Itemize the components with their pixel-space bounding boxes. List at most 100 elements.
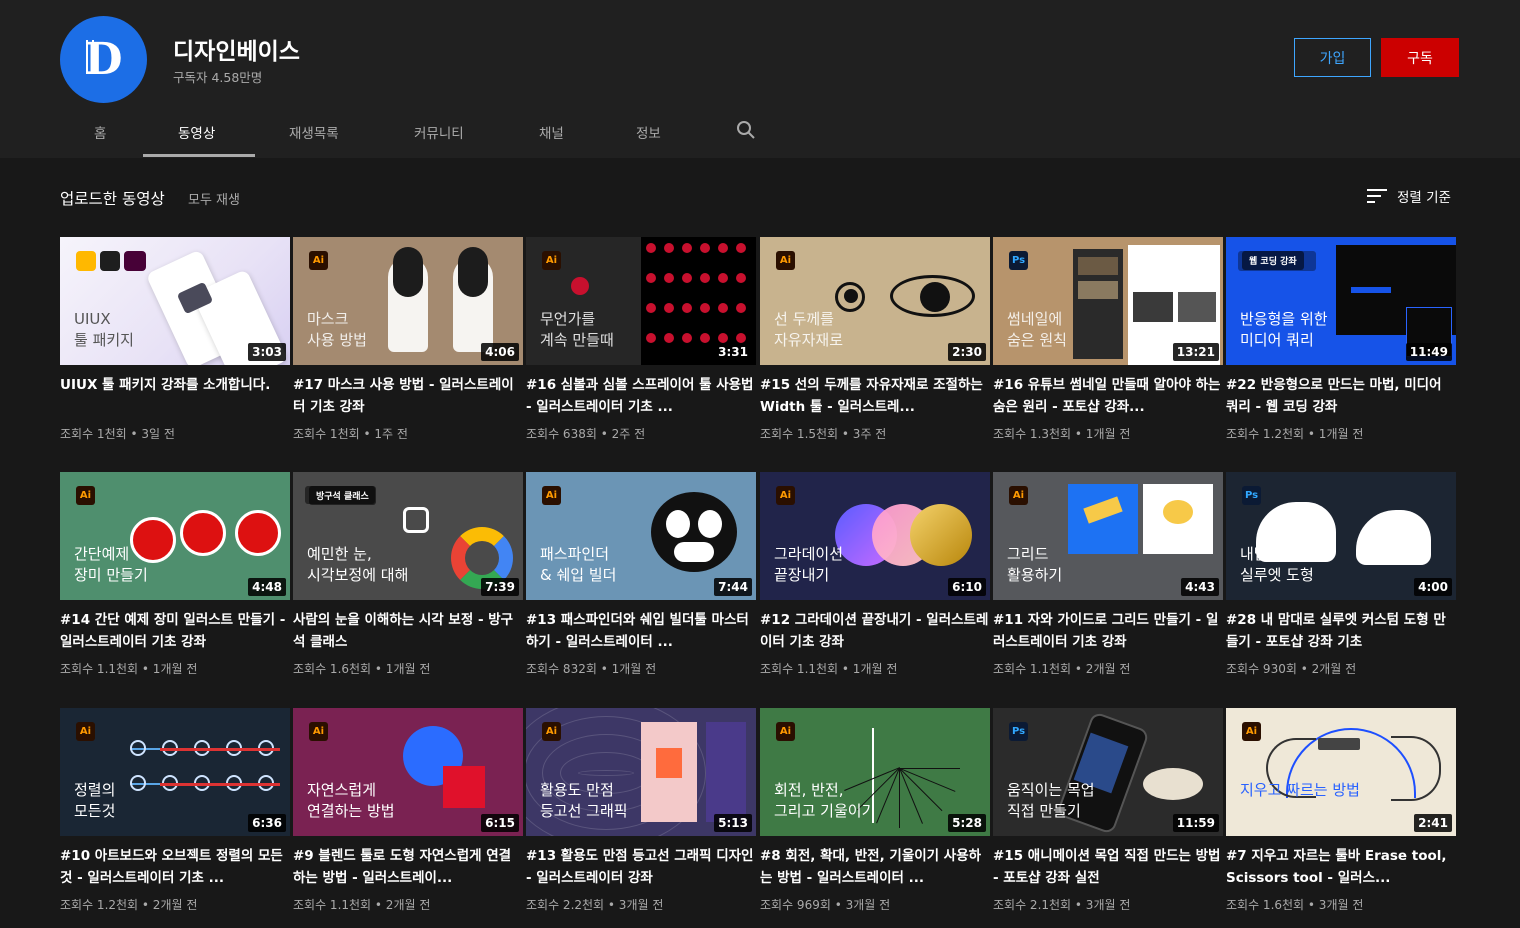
thumbnail-art [700,303,710,313]
video-card[interactable]: Ai 패스파인더 & 쉐입 빌더 7:44 #13 패스파인더와 쉐입 빌더툴 마스터… [526,472,756,677]
video-title[interactable]: 사람의 눈을 이해하는 시각 보정 - 방구석 클래스 [293,609,523,653]
tab-playlists[interactable]: 재생목록 [289,122,339,142]
video-thumbnail[interactable]: Ps 썸네일에 숨은 원칙 13:21 [993,237,1223,365]
video-title[interactable]: #13 활용도 만점 등고선 그래픽 디자인 - 일러스트레이터 강좌 [526,845,756,889]
video-card[interactable]: Ai 회전, 반전, 그리고 기울이기 5:28 #8 회전, 확대, 반전, 기울이… [760,708,990,913]
video-card[interactable]: Ps 썸네일에 숨은 원칙 13:21 #16 유튜브 썸네일 만들때 알아야 하는 … [993,237,1223,442]
app-badge: Ps [1009,251,1028,270]
video-card[interactable]: Ai 선 두께를 자유자재로 2:30 #15 선의 두께를 자유자재로 조절하는 W… [760,237,990,442]
duration-badge: 6:15 [481,814,519,832]
video-title[interactable]: #13 패스파인더와 쉐입 빌더툴 마스터하기 - 일러스트레이터 ... [526,609,756,653]
subscribe-button[interactable]: 구독 [1381,38,1459,77]
video-meta: 조회수 1.6천회 • 3개월 전 [1226,898,1364,912]
video-thumbnail[interactable]: Ps 내맘대로 실루엣 도형 4:00 [1226,472,1456,600]
thumbnail-caption: 선 두께를 자유자재로 [774,310,844,349]
video-card[interactable]: 웹 코딩 강좌 반응형을 위한 미디어 쿼리 11:49 #22 반응형으로 만드는 … [1226,237,1456,442]
video-thumbnail[interactable]: Ai 지우고 짜르는 방법 2:41 [1226,708,1456,836]
thumbnail-art [1318,738,1360,750]
video-card[interactable]: Ps 내맘대로 실루엣 도형 4:00 #28 내 맘대로 실루엣 커스텀 도형 만들… [1226,472,1456,677]
thumbnail-art [1163,500,1193,524]
video-title[interactable]: #17 마스크 사용 방법 - 일러스트레이터 기초 강좌 [293,374,523,418]
thumbnail-art [700,273,710,283]
video-thumbnail[interactable]: Ai 그리드 활용하기 4:43 [993,472,1223,600]
video-thumbnail[interactable]: Ai 간단예제 장미 만들기 4:48 [60,472,290,600]
thumbnail-caption: 정렬의 모든것 [74,781,116,820]
app-badge: Ai [542,251,561,270]
video-title[interactable]: #16 심볼과 심볼 스프레이어 툴 사용법 - 일러스트레이터 기초 ... [526,374,756,418]
video-thumbnail[interactable]: Ai 선 두께를 자유자재로 2:30 [760,237,990,365]
sort-label: 정렬 기준 [1397,190,1451,206]
video-card[interactable]: Ai 정렬의 모든것 6:36 #10 아트보드와 오브젝트 정렬의 모든것 - 일러… [60,708,290,913]
video-title[interactable]: UIUX 툴 패키지 강좌를 소개합니다. [60,374,290,418]
video-card[interactable]: UIUX 툴 패키지 3:03 UIUX 툴 패키지 강좌를 소개합니다. 조회수 1… [60,237,290,442]
app-badge: Ai [76,722,95,741]
video-thumbnail[interactable]: Ai 그라데이션 끝장내기 6:10 [760,472,990,600]
tab-videos[interactable]: 동영상 [178,122,215,142]
thumbnail-art [1078,281,1118,299]
app-badge: 방구석 클래스 [309,486,376,505]
thumbnail-art [682,333,692,343]
video-card[interactable]: Ai 지우고 짜르는 방법 2:41 #7 지우고 자르는 툴바 Erase tool… [1226,708,1456,913]
thumbnail-art [899,768,943,812]
video-thumbnail[interactable]: Ai 회전, 반전, 그리고 기울이기 5:28 [760,708,990,836]
tab-channels[interactable]: 채널 [539,122,564,142]
sort-button[interactable]: 정렬 기준 [1367,186,1451,206]
video-thumbnail[interactable]: 웹 코딩 강좌 반응형을 위한 미디어 쿼리 11:49 [1226,237,1456,365]
video-title[interactable]: #9 블렌드 툴로 도형 자연스럽게 연결하는 방법 - 일러스트레이... [293,845,523,889]
duration-badge: 13:21 [1172,343,1219,361]
video-card[interactable]: Ai 그라데이션 끝장내기 6:10 #12 그라데이션 끝장내기 - 일러스트레이터… [760,472,990,677]
video-title[interactable]: #12 그라데이션 끝장내기 - 일러스트레이터 기초 강좌 [760,609,990,653]
video-card[interactable]: Ai 활용도 만점 등고선 그래픽 5:13 #13 활용도 만점 등고선 그래픽 디… [526,708,756,913]
thumbnail-caption: 그리드 활용하기 [1007,545,1063,584]
thumbnail-caption: 간단예제 장미 만들기 [74,545,148,584]
join-button[interactable]: 가입 [1294,38,1371,77]
thumbnail-art [920,282,950,312]
video-card[interactable]: Ai 무언가를 계속 만들때 3:31 #16 심볼과 심볼 스프레이어 툴 사용법 … [526,237,756,442]
video-title[interactable]: #7 지우고 자르는 툴바 Erase tool, Scissors tool … [1226,845,1456,889]
thumbnail-caption: 무언가를 계속 만들때 [540,310,614,349]
video-title[interactable]: #8 회전, 확대, 반전, 기울이기 사용하는 방법 - 일러스트레이터 ..… [760,845,990,889]
video-card[interactable]: 방구석 클래스 예민한 눈, 시각보정에 대해 7:39 사람의 눈을 이해하는 시각… [293,472,523,677]
thumbnail-caption: 회전, 반전, 그리고 기울이기 [774,781,876,820]
tab-community[interactable]: 커뮤니티 [414,122,464,142]
video-thumbnail[interactable]: Ai 자연스럽게 연결하는 방법 6:15 [293,708,523,836]
video-title[interactable]: #28 내 맘대로 실루엣 커스텀 도형 만들기 - 포토샵 강좌 기초 [1226,609,1456,653]
video-card[interactable]: Ai 마스크 사용 방법 4:06 #17 마스크 사용 방법 - 일러스트레이터 기… [293,237,523,442]
video-thumbnail[interactable]: Ai 무언가를 계속 만들때 3:31 [526,237,756,365]
video-thumbnail[interactable]: Ai 마스크 사용 방법 4:06 [293,237,523,365]
thumbnail-art [844,289,858,303]
thumbnail-caption: 그라데이션 끝장내기 [774,545,844,584]
thumbnail-caption: 반응형을 위한 미디어 쿼리 [1240,310,1328,349]
channel-logo-icon: D [84,34,123,85]
thumbnail-caption: 자연스럽게 연결하는 방법 [307,781,395,820]
thumbnail-art [160,783,280,786]
section-title: 업로드한 동영상 [60,190,165,208]
video-card[interactable]: Ai 자연스럽게 연결하는 방법 6:15 #9 블렌드 툴로 도형 자연스럽게 연결… [293,708,523,913]
video-thumbnail[interactable]: Ai 활용도 만점 등고선 그래픽 5:13 [526,708,756,836]
video-title[interactable]: #10 아트보드와 오브젝트 정렬의 모든것 - 일러스트레이터 기초 ... [60,845,290,889]
thumbnail-art [899,768,900,828]
video-thumbnail[interactable]: 방구석 클래스 예민한 눈, 시각보정에 대해 7:39 [293,472,523,600]
search-icon[interactable] [736,120,756,140]
video-card[interactable]: Ai 간단예제 장미 만들기 4:48 #14 간단 예제 장미 일러스트 만들기 -… [60,472,290,677]
video-thumbnail[interactable]: UIUX 툴 패키지 3:03 [60,237,290,365]
thumbnail-art [700,333,710,343]
video-thumbnail[interactable]: Ai 패스파인더 & 쉐입 빌더 7:44 [526,472,756,600]
video-title[interactable]: #16 유튜브 썸네일 만들때 알아야 하는 숨은 원리 - 포토샵 강좌... [993,374,1223,418]
tab-home[interactable]: 홈 [94,122,106,142]
video-thumbnail[interactable]: Ps 움직이는 목업 직접 만들기 11:59 [993,708,1223,836]
tab-about[interactable]: 정보 [636,122,661,142]
video-card[interactable]: Ai 그리드 활용하기 4:43 #11 자와 가이드로 그리드 만들기 - 일러스트… [993,472,1223,677]
video-title[interactable]: #22 반응형으로 만드는 마법, 미디어 쿼리 - 웹 코딩 강좌 [1226,374,1456,418]
channel-avatar[interactable]: D [60,16,147,103]
play-all-link[interactable]: 모두 재생 [188,189,240,208]
thumbnail-art [706,722,746,822]
duration-badge: 7:44 [714,578,752,596]
video-thumbnail[interactable]: Ai 정렬의 모든것 6:36 [60,708,290,836]
app-badge: Ai [309,251,328,270]
video-title[interactable]: #15 선의 두께를 자유자재로 조절하는 Width 툴 - 일러스트레... [760,374,990,418]
video-card[interactable]: Ps 움직이는 목업 직접 만들기 11:59 #15 애니메이션 목업 직접 만드는… [993,708,1223,913]
video-title[interactable]: #15 애니메이션 목업 직접 만드는 방법 - 포토샵 강좌 실전 [993,845,1223,889]
video-title[interactable]: #14 간단 예제 장미 일러스트 만들기 - 일러스트레이터 기초 강좌 [60,609,290,653]
video-title[interactable]: #11 자와 가이드로 그리드 만들기 - 일러스트레이터 기초 강좌 [993,609,1223,653]
